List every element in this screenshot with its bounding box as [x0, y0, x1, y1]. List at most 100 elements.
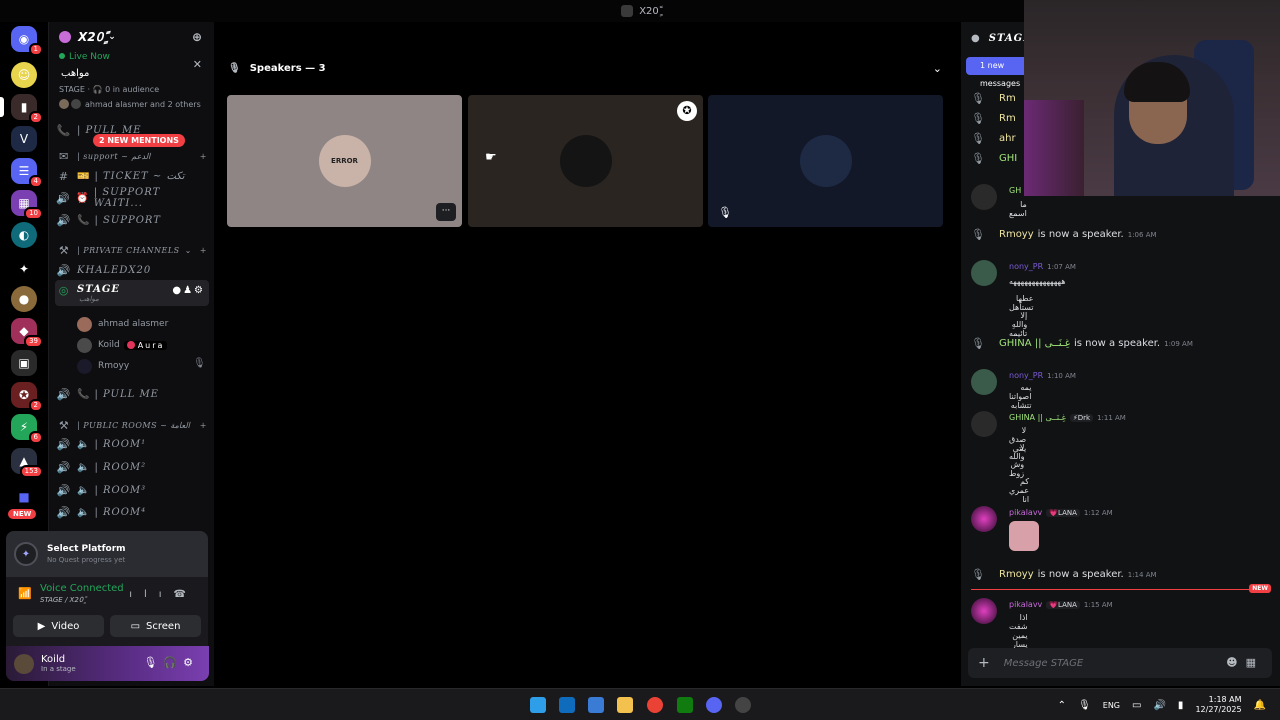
windows-start-icon[interactable]: [530, 697, 546, 713]
server-icon[interactable]: ✦: [11, 256, 37, 282]
message-author[interactable]: pikalavv: [1009, 508, 1042, 517]
file-explorer-icon[interactable]: [617, 697, 633, 713]
add-channel-icon[interactable]: +: [200, 421, 207, 430]
disconnect-icon[interactable]: ☎: [174, 589, 198, 600]
channel-room-3[interactable]: 🔊 🔈 | ROOM³: [55, 480, 209, 500]
server-icon[interactable]: ▲ 153: [11, 448, 43, 478]
message-author[interactable]: nony_PR: [1009, 371, 1043, 380]
message-input[interactable]: Message STAGE: [1004, 658, 1083, 669]
server-icon[interactable]: V: [11, 126, 37, 152]
event-name[interactable]: Rmoyy: [999, 229, 1034, 240]
quest-card[interactable]: ✦ Select Platform No Quest progress yet: [6, 531, 208, 577]
channel-label: | ROOM⁴: [94, 506, 147, 518]
xbox-icon[interactable]: [677, 697, 693, 713]
language-indicator[interactable]: ENG: [1103, 701, 1120, 710]
headphones-icon[interactable]: 🎧: [163, 656, 183, 669]
alarm-icon: ⏰: [76, 192, 90, 204]
message-author[interactable]: pikalavv: [1009, 600, 1042, 609]
message-author[interactable]: nony_PR: [1009, 262, 1043, 271]
store-icon[interactable]: [588, 697, 604, 713]
gear-icon[interactable]: ⚙: [183, 656, 199, 669]
clock[interactable]: 1:18 AM 12/27/2025: [1195, 695, 1241, 715]
server-icon[interactable]: ✪ 2: [11, 382, 43, 412]
channel-pull-me[interactable]: 🔊 📞 | PULL ME: [55, 384, 209, 404]
obs-icon[interactable]: [735, 697, 751, 713]
signal-icon[interactable]: 📶: [18, 587, 32, 600]
soundboard-icon[interactable]: ılı: [129, 589, 173, 600]
stage-speaker-icon: 🎙: [971, 337, 985, 350]
message-text: وش زوط: [1009, 460, 1025, 478]
server-icon[interactable]: ◆ 39: [11, 318, 43, 348]
gear-icon[interactable]: ⚙: [194, 285, 205, 296]
channel-support[interactable]: 🔊 📞 | SUPPORT: [55, 210, 209, 230]
speaker-tile[interactable]: ✪: [468, 95, 703, 227]
event-name[interactable]: GHINA || غِـنَــى: [999, 338, 1070, 349]
user-name[interactable]: Koild: [41, 654, 76, 665]
category-public[interactable]: ⚒ | PUBLIC ROOMS ~ العامة +: [55, 415, 209, 435]
channel-room-2[interactable]: 🔊 🔈 | ROOM²: [55, 457, 209, 477]
new-mentions-badge[interactable]: 2 NEW MENTIONS: [93, 134, 185, 147]
speaker-tile[interactable]: ERROR ···: [227, 95, 462, 227]
discord-icon[interactable]: [706, 697, 722, 713]
server-icon[interactable]: ◐: [11, 222, 37, 248]
phone-icon: 📞: [77, 388, 91, 400]
channel-khaled[interactable]: 🔊 KHALEDX20: [55, 260, 209, 280]
channel-tools[interactable]: ●♟⚙: [172, 285, 205, 296]
message-author[interactable]: GHINA || غِـنَــى: [1009, 413, 1066, 422]
category-support[interactable]: ✉ | support ~ الدعم +: [55, 146, 209, 166]
microphone-icon[interactable]: 🎙: [143, 656, 163, 669]
video-button[interactable]: ▶ Video: [13, 615, 104, 637]
server-icon[interactable]: ☰ 4: [11, 158, 43, 188]
server-icon[interactable]: ▦ 10: [11, 190, 43, 220]
channel-stage[interactable]: ◎ STAGE مواهب ●♟⚙: [55, 280, 209, 306]
emoji-icon[interactable]: ☻: [1226, 656, 1245, 669]
invite-icon[interactable]: ♟: [183, 285, 194, 296]
message-author[interactable]: GH: [1009, 186, 1021, 195]
chevron-up-icon[interactable]: ⌃: [1058, 700, 1066, 711]
notification-icon[interactable]: 🔔: [1254, 700, 1266, 711]
volume-icon[interactable]: 🔊: [1153, 700, 1165, 711]
server-icon[interactable]: ▣: [11, 350, 37, 376]
avatar: [559, 135, 612, 187]
speaker-emoji-icon: 🔈: [77, 438, 91, 450]
chrome-icon[interactable]: [647, 697, 663, 713]
active-pill: [0, 97, 4, 117]
close-icon[interactable]: ✕: [193, 58, 202, 71]
live-stage-card[interactable]: Live Now ✕ مواهب STAGE · 🎧 0 in audience…: [49, 52, 214, 109]
speaker-icon: 🔊: [56, 505, 72, 519]
outlook-icon[interactable]: [559, 697, 575, 713]
folder-icon[interactable]: ■: [11, 484, 37, 510]
message-composer[interactable]: + Message STAGE ☻▦: [968, 648, 1272, 678]
avatar[interactable]: [14, 653, 34, 674]
category-private[interactable]: ⚒ | PRIVATE CHANNELS ⌄ +: [55, 240, 209, 260]
member-row[interactable]: Rmoyy: [77, 357, 129, 375]
chevron-down-icon[interactable]: ⌄: [933, 62, 942, 75]
invite-icon[interactable]: ⊕: [192, 30, 202, 44]
channel-room-4[interactable]: 🔊 🔈 | ROOM⁴: [55, 502, 209, 522]
network-icon[interactable]: ▭: [1132, 700, 1141, 711]
channel-ticket[interactable]: # 🎫 | TICKET ~ تكت: [55, 166, 209, 186]
server-icon[interactable]: ●: [11, 286, 37, 312]
member-row[interactable]: ahmad alasmer: [77, 315, 168, 333]
server-icon[interactable]: ☺: [11, 62, 37, 88]
add-channel-icon[interactable]: +: [200, 152, 207, 161]
add-channel-icon[interactable]: +: [200, 246, 207, 255]
avatar: [799, 135, 852, 187]
chat-icon[interactable]: ●: [172, 285, 183, 296]
battery-icon[interactable]: ▮: [1178, 700, 1184, 711]
discord-home-icon[interactable]: ◉ 1: [11, 26, 43, 56]
event-name[interactable]: Rmoyy: [999, 569, 1034, 580]
add-attachment-icon[interactable]: +: [978, 655, 990, 671]
apps-icon[interactable]: ▦: [1246, 656, 1264, 669]
microphone-icon[interactable]: 🎙: [1078, 700, 1091, 711]
server-icon[interactable]: ▮ 2: [11, 94, 43, 124]
channel-room-1[interactable]: 🔊 🔈 | ROOM¹: [55, 434, 209, 454]
member-row[interactable]: Koild Aura: [77, 336, 168, 354]
server-icon[interactable]: ⚡ 6: [11, 414, 43, 444]
more-options-button[interactable]: ···: [436, 203, 456, 221]
screen-button[interactable]: ▭ Screen: [110, 615, 201, 637]
speaker-tile[interactable]: 🎙: [708, 95, 943, 227]
channel-support-waiting[interactable]: 🔊 ⏰ | SUPPORT WAITI...: [55, 187, 209, 209]
server-badge: 2: [28, 111, 43, 124]
server-header[interactable]: X20ًٍ ⌄ ⊕: [49, 22, 214, 52]
